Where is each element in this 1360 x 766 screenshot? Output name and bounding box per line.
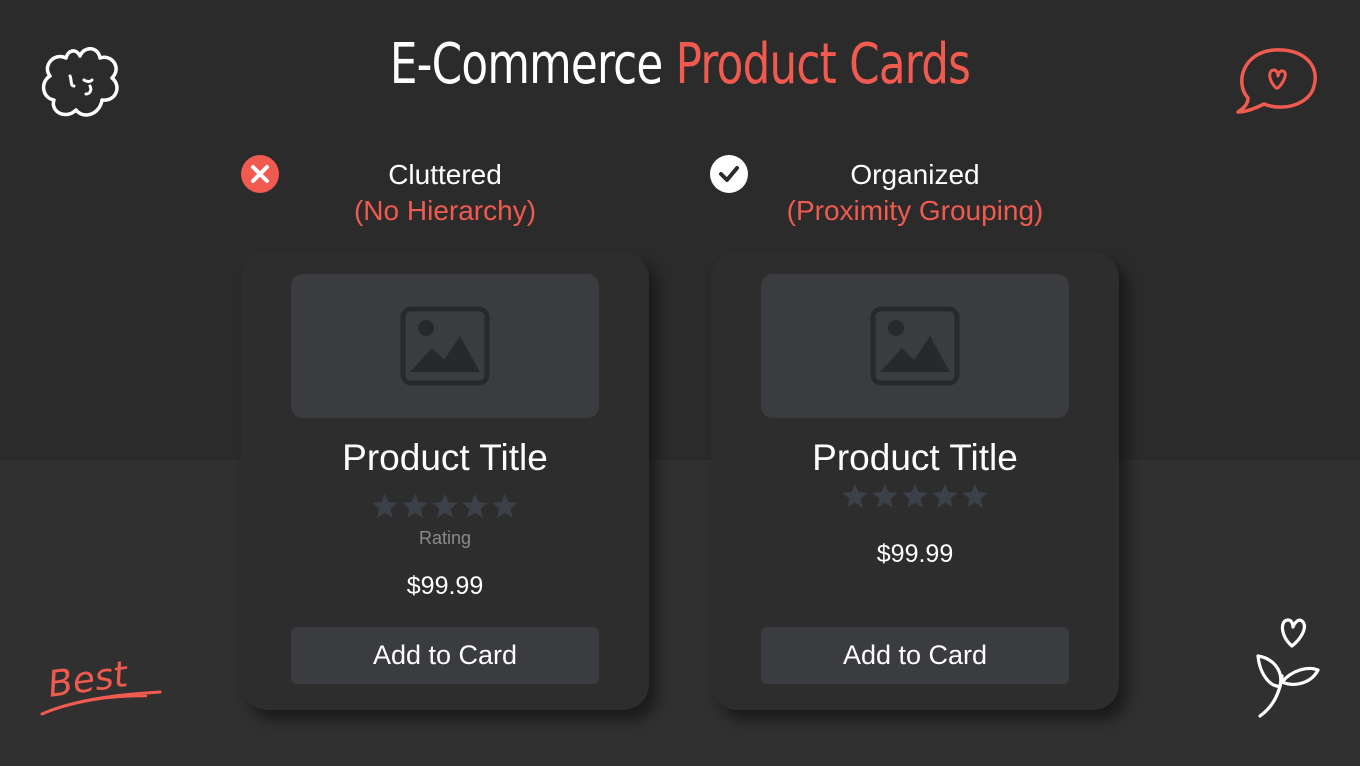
column-header-cluttered: Cluttered (No Hierarchy): [295, 157, 595, 229]
background-bottom: [0, 460, 1360, 766]
best-scribble: Best: [40, 654, 162, 716]
column-sublabel: (No Hierarchy): [353, 195, 537, 226]
close-icon: [241, 155, 279, 193]
image-placeholder-icon: [400, 306, 490, 386]
product-image-placeholder: [761, 274, 1069, 418]
add-to-card-button[interactable]: Add to Card: [291, 627, 599, 684]
product-image-placeholder: [291, 274, 599, 418]
star-icon: [371, 492, 399, 525]
star-icon: [401, 492, 429, 525]
rating-label: Rating: [418, 528, 472, 548]
star-icon: [491, 492, 519, 525]
product-title: Product Title: [342, 437, 548, 478]
sprout-heart-icon: [1256, 618, 1320, 718]
product-card-organized: Product Title $99.99 Add to Card: [711, 252, 1119, 710]
image-placeholder-icon: [870, 306, 960, 386]
column-sublabel: (Proximity Grouping): [786, 195, 1044, 226]
product-price: $99.99: [406, 572, 484, 600]
add-to-card-button[interactable]: Add to Card: [761, 627, 1069, 684]
product-title: Product Title: [812, 437, 1018, 478]
star-icon: [931, 482, 959, 515]
star-icon: [461, 492, 489, 525]
flower-doodle-icon: [41, 47, 119, 117]
star-icon: [961, 482, 989, 515]
column-label: Cluttered: [388, 159, 502, 190]
title-accent-text: Product Cards: [675, 32, 971, 97]
product-card-cluttered: Product Title Rating $99.99 Add to Card: [241, 252, 649, 710]
check-icon: [710, 155, 748, 193]
star-icon: [871, 482, 899, 515]
column-label: Organized: [850, 159, 980, 190]
title-text: E-Commerce: [389, 32, 663, 97]
column-header-organized: Organized (Proximity Grouping): [765, 157, 1065, 229]
product-price: $99.99: [876, 540, 954, 568]
star-icon: [841, 482, 869, 515]
speech-bubble-heart-icon: [1236, 48, 1317, 114]
star-icon: [901, 482, 929, 515]
star-rating: [241, 492, 649, 525]
page-title: E-Commerce Product Cards: [150, 30, 1211, 100]
star-icon: [431, 492, 459, 525]
star-rating: [711, 482, 1119, 515]
